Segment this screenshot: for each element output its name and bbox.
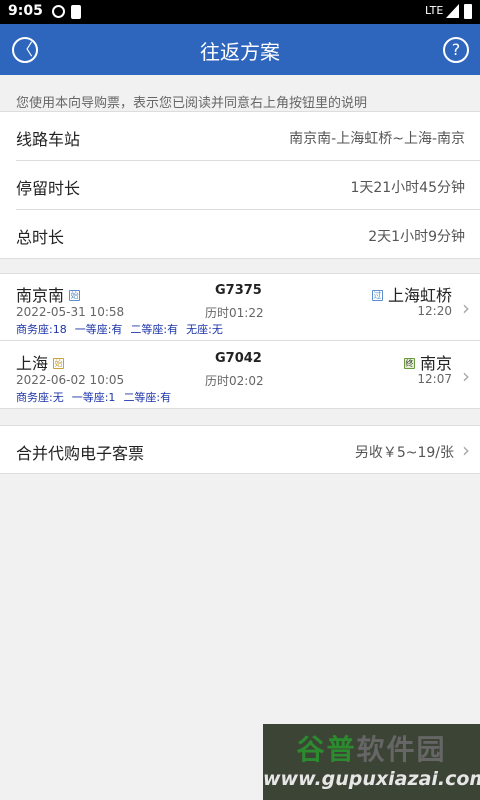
chevron-right-icon: › [462, 438, 470, 462]
watermark-part: 软件园 [356, 733, 447, 766]
seat-business: 商务座:无 [16, 391, 64, 404]
station-name: 上海虹桥 [387, 286, 452, 305]
help-button[interactable]: ? [443, 37, 469, 63]
notice-text: 您使用本向导购票，表示您已阅读并同意右上角按钮里的说明 [16, 96, 368, 111]
terminal-icon: 终 [403, 358, 415, 369]
page-title: 往返方案 [200, 40, 280, 64]
notification-icon [52, 5, 65, 18]
app-bar: 〈 往返方案 ? [0, 24, 480, 75]
merge-fee: 另收￥5~19/张 [354, 445, 454, 461]
info-label: 停留时长 [16, 179, 81, 198]
sd-card-icon [71, 5, 81, 19]
duration: 历时02:02 [205, 374, 264, 388]
info-row-stay: 停留时长 1天21小时45分钟 [16, 161, 480, 210]
status-time: 9:05 [8, 3, 43, 19]
seat-availability: 商务座:无 一等座:1 二等座:有 [16, 389, 179, 405]
duration: 历时01:22 [205, 306, 264, 320]
train-number: G7375 [215, 283, 262, 298]
battery-icon [464, 4, 472, 19]
departure-station: 南京南 始 [16, 282, 81, 306]
info-label: 总时长 [16, 228, 65, 247]
origin-icon: 始 [53, 358, 65, 369]
station-name: 上海 [16, 354, 49, 373]
info-row-total: 总时长 2天1小时9分钟 [16, 210, 480, 259]
status-bar: 9:05 LTE [0, 0, 480, 24]
seat-standing: 无座:无 [186, 323, 223, 336]
arrival-station: 过 上海虹桥 [371, 282, 452, 306]
info-row-route: 线路车站 南京南-上海虹桥~上海-南京 [16, 112, 480, 161]
train-list: 南京南 始 G7375 过 上海虹桥 2022-05-31 10:58 历时01… [0, 273, 480, 409]
station-name: 南京 [419, 354, 452, 373]
chevron-right-icon: › [462, 296, 470, 320]
watermark-url: www.gupuxiazai.com [263, 768, 480, 790]
train-item-outbound[interactable]: 南京南 始 G7375 过 上海虹桥 2022-05-31 10:58 历时01… [0, 274, 480, 341]
station-name: 南京南 [16, 286, 65, 305]
arrival-time: 12:07 [417, 372, 452, 386]
info-value: 南京南-上海虹桥~上海-南京 [289, 131, 465, 147]
seat-first: 一等座:1 [71, 391, 116, 404]
chevron-right-icon: › [462, 364, 470, 388]
route-info-card: 线路车站 南京南-上海虹桥~上海-南京 停留时长 1天21小时45分钟 总时长 … [0, 111, 480, 259]
watermark-title: 谷普软件园 [263, 728, 480, 768]
departure-station: 上海 始 [16, 350, 65, 374]
seat-availability: 商务座:18 一等座:有 二等座:有 无座:无 [16, 321, 231, 337]
help-icon: ? [451, 40, 461, 59]
merge-label: 合并代购电子客票 [16, 444, 145, 463]
departure-time: 2022-06-02 10:05 [16, 373, 125, 387]
seat-business: 商务座:18 [16, 323, 67, 336]
seat-second: 二等座:有 [123, 391, 172, 404]
info-label: 线路车站 [16, 130, 81, 149]
signal-icon [446, 4, 459, 18]
origin-icon: 始 [69, 290, 81, 301]
merge-ticket-row[interactable]: 合并代购电子客票 另收￥5~19/张 › [0, 425, 480, 474]
info-value: 2天1小时9分钟 [368, 229, 465, 245]
watermark-part: 谷普 [296, 733, 357, 766]
arrival-time: 12:20 [417, 304, 452, 318]
departure-time: 2022-05-31 10:58 [16, 305, 125, 319]
seat-second: 二等座:有 [130, 323, 179, 336]
info-value: 1天21小时45分钟 [350, 180, 465, 196]
network-type: LTE [425, 4, 444, 17]
pass-icon: 过 [371, 290, 383, 301]
seat-first: 一等座:有 [74, 323, 123, 336]
arrival-station: 终 南京 [403, 350, 452, 374]
train-item-return[interactable]: 上海 始 G7042 终 南京 2022-06-02 10:05 历时02:02… [0, 342, 480, 409]
train-number: G7042 [215, 351, 262, 366]
watermark-logo: 谷普软件园 www.gupuxiazai.com [263, 724, 480, 800]
